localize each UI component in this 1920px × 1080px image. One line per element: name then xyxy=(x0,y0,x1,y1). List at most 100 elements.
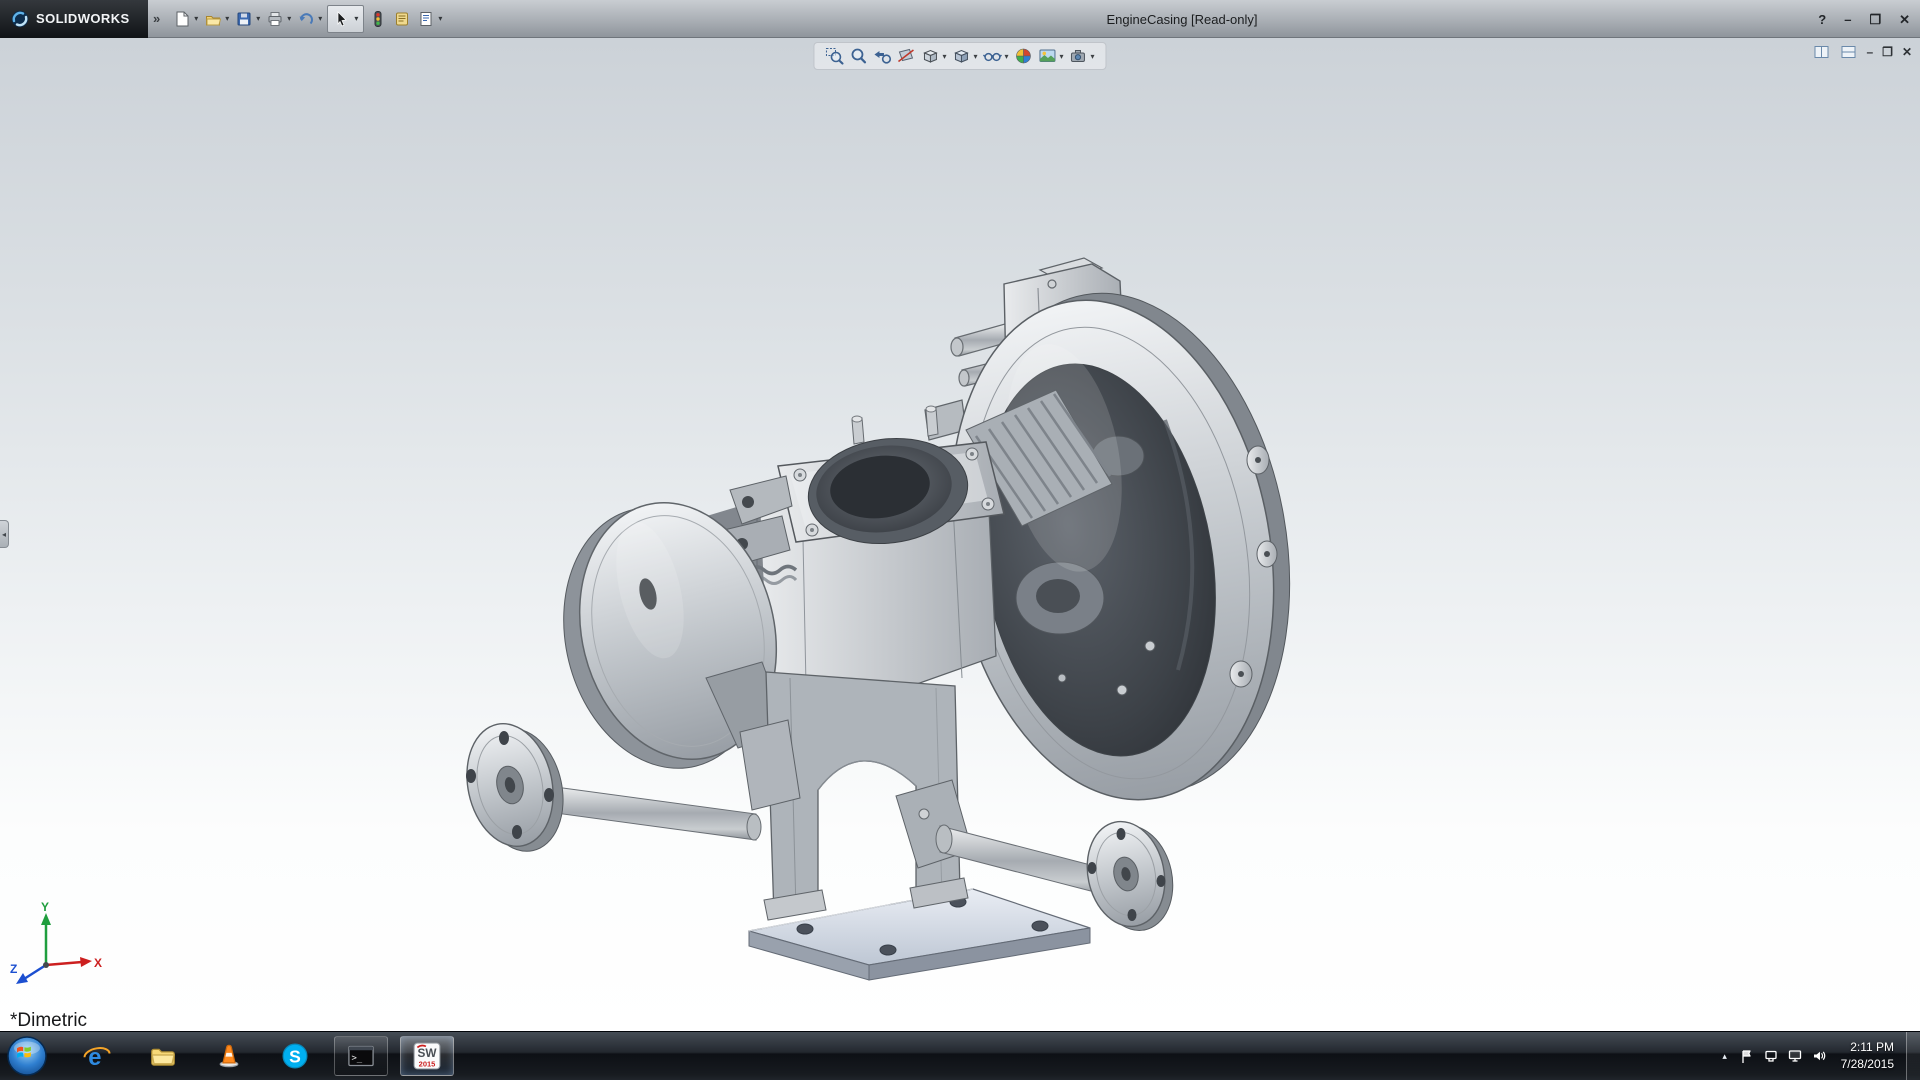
file-properties-button[interactable] xyxy=(414,6,438,32)
select-tool-button[interactable] xyxy=(330,6,354,32)
chevron-down-icon[interactable]: ▾ xyxy=(225,14,229,23)
clock-time: 2:11 PM xyxy=(1841,1039,1894,1056)
file-properties-icon xyxy=(417,10,435,28)
taskbar-clock[interactable]: 2:11 PM 7/28/2015 xyxy=(1841,1039,1894,1074)
select-cursor-icon xyxy=(333,10,351,28)
tray-expand-button[interactable]: ▴ xyxy=(1715,1041,1735,1071)
zoom-to-area-button[interactable] xyxy=(822,44,846,68)
previous-view-button[interactable] xyxy=(870,44,894,68)
taskbar-vlc-button[interactable] xyxy=(202,1036,256,1076)
hardware-icon[interactable] xyxy=(1759,1041,1783,1071)
vlc-cone-icon xyxy=(214,1041,244,1071)
document-minimize-button[interactable]: – xyxy=(1866,46,1873,58)
camera-icon xyxy=(1069,46,1089,66)
chevron-down-icon[interactable]: ▾ xyxy=(438,14,442,23)
apply-scene-button[interactable] xyxy=(1036,44,1060,68)
system-tray: ▴ xyxy=(1715,1032,1920,1080)
options-button[interactable] xyxy=(390,6,414,32)
zoom-to-area-icon xyxy=(824,46,844,66)
chevron-down-icon[interactable]: ▾ xyxy=(194,14,198,23)
triad-x-label: X xyxy=(94,956,102,970)
dassault-3ds-logo-icon xyxy=(10,9,30,29)
view-orientation-button[interactable] xyxy=(918,44,942,68)
chevron-down-icon[interactable]: ▾ xyxy=(942,52,946,61)
rebuild-stoplight-icon xyxy=(369,10,387,28)
zoom-to-fit-button[interactable] xyxy=(846,44,870,68)
engine-casing-model[interactable] xyxy=(0,38,1920,1031)
command-prompt-icon: >_ xyxy=(345,1042,377,1070)
open-button[interactable] xyxy=(201,6,225,32)
edit-appearance-button[interactable] xyxy=(1012,44,1036,68)
previous-view-icon xyxy=(872,46,892,66)
taskbar-solidworks-button[interactable]: SW 2015 xyxy=(400,1036,454,1076)
zoom-to-fit-icon xyxy=(848,46,868,66)
open-folder-icon xyxy=(204,10,222,28)
display-style-icon xyxy=(951,46,971,66)
appearance-ball-icon xyxy=(1014,46,1034,66)
scene-picture-icon xyxy=(1038,46,1058,66)
menubar: SOLIDWORKS » ▾ ▾ xyxy=(0,0,1920,38)
taskbar-command-prompt-button[interactable]: >_ xyxy=(334,1036,388,1076)
document-restore-button[interactable]: ❐ xyxy=(1882,46,1893,58)
taskbar-skype-button[interactable]: S xyxy=(268,1036,322,1076)
split-pane-horizontal-button[interactable] xyxy=(1839,43,1857,60)
windows-start-orb-icon xyxy=(6,1035,48,1077)
volume-icon[interactable] xyxy=(1807,1041,1831,1071)
undo-icon xyxy=(297,10,315,28)
display-icon[interactable] xyxy=(1783,1041,1807,1071)
chevron-down-icon[interactable]: ▾ xyxy=(1060,52,1064,61)
start-button[interactable] xyxy=(6,1035,48,1077)
taskbar-internet-explorer-button[interactable]: e xyxy=(70,1036,124,1076)
rebuild-button[interactable] xyxy=(366,6,390,32)
split-pane-vertical-icon xyxy=(1813,44,1830,60)
new-document-button[interactable] xyxy=(170,6,194,32)
new-document-icon xyxy=(173,10,191,28)
eyeglasses-icon xyxy=(982,46,1002,66)
display-style-button[interactable] xyxy=(949,44,973,68)
heads-up-view-toolbar: ▾ ▾ ▾ xyxy=(813,42,1106,70)
document-window-controls: – ❐ ✕ xyxy=(1812,43,1912,60)
section-view-button[interactable] xyxy=(894,44,918,68)
taskbar-app-buttons: e S xyxy=(70,1036,454,1076)
collapse-arrow-icon: ◂ xyxy=(2,530,6,539)
skype-icon: S xyxy=(280,1041,310,1071)
chevron-down-icon[interactable]: ▾ xyxy=(318,14,322,23)
chevron-down-icon[interactable]: ▾ xyxy=(354,14,358,23)
action-center-flag-icon[interactable] xyxy=(1735,1041,1759,1071)
view-orientation-label: *Dimetric xyxy=(10,1010,87,1031)
chevron-down-icon[interactable]: ▾ xyxy=(1004,52,1008,61)
view-settings-button[interactable] xyxy=(1067,44,1091,68)
clock-date: 7/28/2015 xyxy=(1841,1056,1894,1073)
chevron-down-icon[interactable]: ▾ xyxy=(256,14,260,23)
taskbar-windows-explorer-button[interactable] xyxy=(136,1036,190,1076)
save-icon xyxy=(235,10,253,28)
minimize-button[interactable]: – xyxy=(1844,13,1851,26)
split-pane-vertical-button[interactable] xyxy=(1812,43,1830,60)
restore-button[interactable]: ❐ xyxy=(1869,13,1881,26)
svg-text:>_: >_ xyxy=(351,1053,362,1063)
graphics-viewport[interactable]: ▾ ▾ ▾ xyxy=(0,38,1920,1031)
folder-icon xyxy=(148,1041,178,1071)
internet-explorer-icon: e xyxy=(82,1041,112,1071)
expand-menu-chevron-icon[interactable]: » xyxy=(153,11,160,26)
chevron-down-icon[interactable]: ▾ xyxy=(973,52,977,61)
show-desktop-button[interactable] xyxy=(1906,1032,1920,1080)
chevron-down-icon[interactable]: ▾ xyxy=(287,14,291,23)
split-pane-horizontal-icon xyxy=(1840,44,1857,60)
solidworks-app-icon: SW 2015 xyxy=(412,1041,442,1071)
undo-button[interactable] xyxy=(294,6,318,32)
quick-access-toolbar: ▾ ▾ ▾ ▾ xyxy=(170,5,445,33)
solidworks-menu[interactable]: SOLIDWORKS xyxy=(0,0,148,38)
close-button[interactable]: ✕ xyxy=(1899,13,1910,26)
hide-show-items-button[interactable] xyxy=(980,44,1004,68)
save-button[interactable] xyxy=(232,6,256,32)
print-button[interactable] xyxy=(263,6,287,32)
chevron-down-icon[interactable]: ▾ xyxy=(1091,52,1095,61)
reference-triad: Y X Z xyxy=(8,901,104,993)
section-view-icon xyxy=(896,46,916,66)
document-close-button[interactable]: ✕ xyxy=(1902,46,1912,58)
feature-manager-collapse-tab[interactable]: ◂ xyxy=(0,520,9,548)
select-tool-active-frame: ▾ xyxy=(327,5,364,33)
help-button[interactable]: ? xyxy=(1818,13,1826,26)
view-orientation-cube-icon xyxy=(920,46,940,66)
